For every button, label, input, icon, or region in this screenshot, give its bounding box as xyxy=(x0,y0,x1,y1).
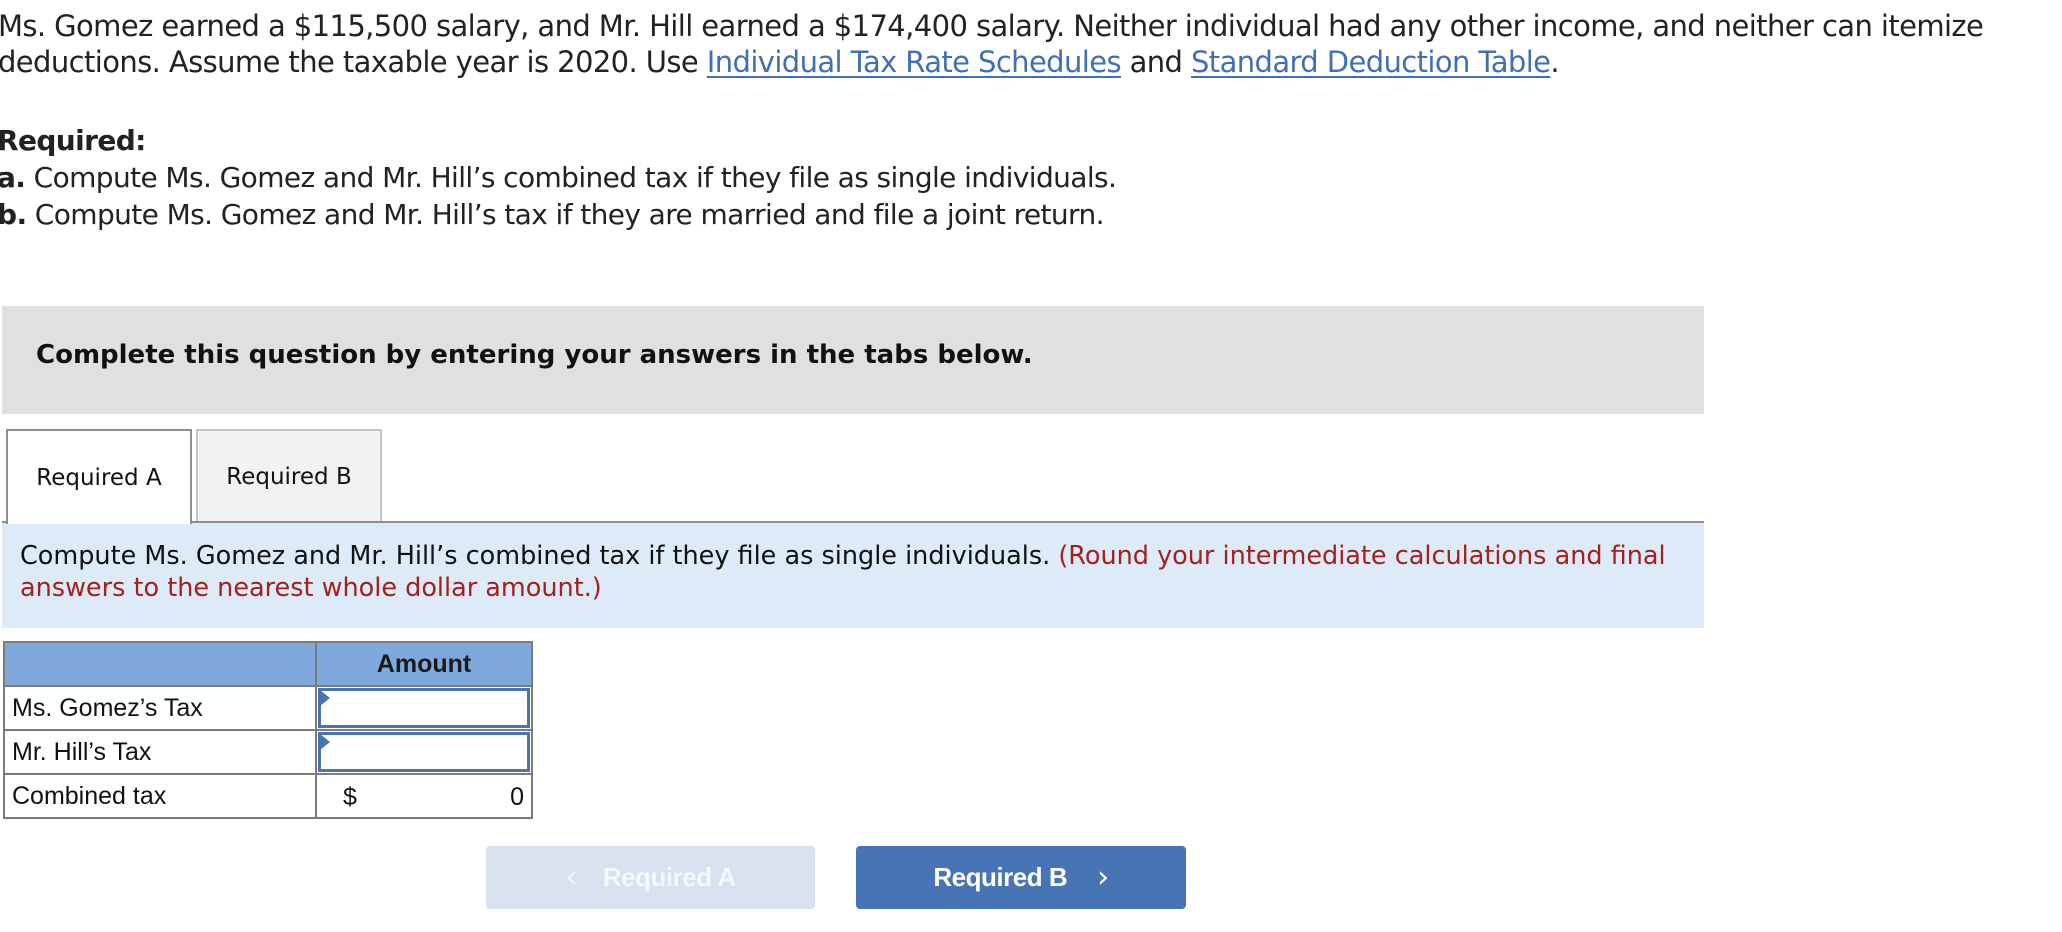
problem-statement: Ms. Gomez earned a $115,500 salary, and … xyxy=(0,8,1998,80)
row-label-hill-tax: Mr. Hill’s Tax xyxy=(3,729,317,775)
required-item-b: b. Compute Ms. Gomez and Mr. Hill’s tax … xyxy=(0,196,1116,233)
row-label-combined-tax: Combined tax xyxy=(3,773,317,819)
required-section: Required: a. Compute Ms. Gomez and Mr. H… xyxy=(0,122,1117,233)
hill-tax-input[interactable] xyxy=(318,732,530,772)
standard-deduction-table-link[interactable]: Standard Deduction Table xyxy=(1191,45,1551,79)
answer-table: Amount Ms. Gomez’s Tax Mr. Hill’s Tax Co… xyxy=(3,641,533,819)
required-heading: Required: xyxy=(0,124,146,157)
required-item-text: Compute Ms. Gomez and Mr. Hill’s tax if … xyxy=(26,198,1105,231)
table-header-row: Amount xyxy=(3,641,533,687)
row-label-gomez-tax: Ms. Gomez’s Tax xyxy=(3,685,317,731)
required-item-a: a. Compute Ms. Gomez and Mr. Hill’s comb… xyxy=(0,159,1117,196)
next-button-label: Required B xyxy=(933,862,1068,892)
prev-required-a-button[interactable]: ‹ Required A xyxy=(486,846,815,909)
tax-rate-schedules-link[interactable]: Individual Tax Rate Schedules xyxy=(707,45,1122,79)
chevron-right-icon: › xyxy=(1097,860,1109,895)
problem-text-between: and xyxy=(1120,45,1191,79)
table-row: Mr. Hill’s Tax xyxy=(3,729,533,775)
header-label-column xyxy=(3,641,317,687)
currency-symbol: $ xyxy=(343,783,357,811)
input-flag-icon xyxy=(320,690,330,706)
required-item-marker: b. xyxy=(0,198,27,231)
required-item-text: Compute Ms. Gomez and Mr. Hill’s combine… xyxy=(25,161,1117,194)
tab-label: Required A xyxy=(36,464,162,491)
hill-tax-cell xyxy=(315,729,533,775)
prev-button-label: Required A xyxy=(602,862,736,892)
instruction-text: Compute Ms. Gomez and Mr. Hill’s combine… xyxy=(20,541,1059,571)
table-row: Combined tax $0 xyxy=(3,773,533,819)
tab-required-b[interactable]: Required B xyxy=(196,429,382,522)
problem-text-end: . xyxy=(1550,45,1560,79)
question-instruction: Compute Ms. Gomez and Mr. Hill’s combine… xyxy=(20,540,1680,604)
combined-tax-value: 0 xyxy=(510,783,524,811)
gomez-tax-cell xyxy=(315,685,533,731)
header-amount: Amount xyxy=(315,641,533,687)
next-required-b-button[interactable]: Required B › xyxy=(856,846,1186,909)
chevron-left-icon: ‹ xyxy=(565,860,577,895)
combined-tax-cell: $0 xyxy=(315,773,533,819)
required-item-marker: a. xyxy=(0,161,26,194)
tab-required-a[interactable]: Required A xyxy=(6,429,192,524)
table-row: Ms. Gomez’s Tax xyxy=(3,685,533,731)
input-flag-icon xyxy=(320,734,330,750)
tab-label: Required B xyxy=(226,463,352,490)
instructions-banner-text: Complete this question by entering your … xyxy=(36,340,1033,370)
gomez-tax-input[interactable] xyxy=(318,688,530,728)
